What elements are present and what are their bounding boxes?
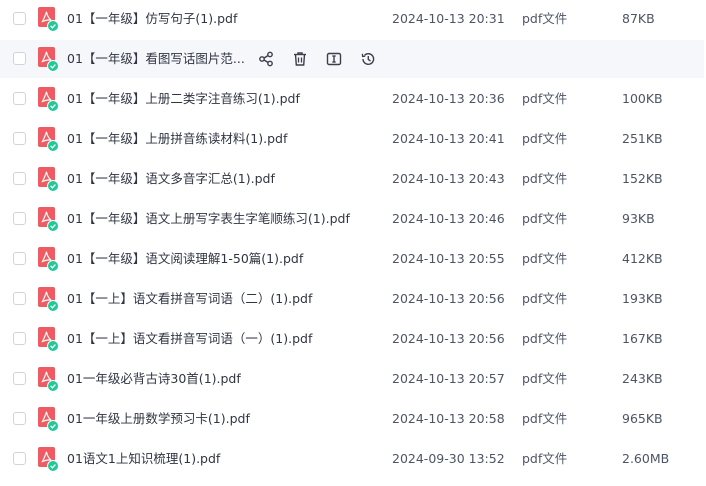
row-checkbox[interactable] (13, 172, 26, 185)
row-checkbox[interactable] (13, 332, 26, 345)
file-row[interactable]: 01【一年级】上册拼音练读材料(1).pdf 2024-10-13 20:41 … (0, 120, 704, 158)
file-name[interactable]: 01【一年级】语文阅读理解1-50篇(1).pdf (67, 250, 303, 268)
file-name[interactable]: 01一年级必背古诗30首(1).pdf (67, 370, 241, 388)
file-name[interactable]: 01【一年级】上册二类字注音练习(1).pdf (67, 90, 300, 108)
pdf-file-icon (38, 207, 59, 232)
file-name[interactable]: 01【一上】语文看拼音写词语（二）(1).pdf (67, 290, 312, 308)
file-date: 2024-10-13 20:56 (392, 331, 505, 346)
trash-icon[interactable] (292, 51, 308, 67)
row-checkbox[interactable] (13, 132, 26, 145)
file-date: 2024-10-13 20:41 (392, 131, 505, 146)
file-size: 965KB (622, 411, 663, 426)
file-type: pdf文件 (522, 11, 568, 26)
file-type: pdf文件 (522, 291, 568, 306)
file-row[interactable]: 01【一上】语文看拼音写词语（二）(1).pdf 2024-10-13 20:5… (0, 280, 704, 318)
file-name[interactable]: 01【一年级】语文多音字汇总(1).pdf (67, 170, 275, 188)
file-size: 251KB (622, 131, 663, 146)
file-type: pdf文件 (522, 411, 568, 426)
row-checkbox[interactable] (13, 212, 26, 225)
file-name[interactable]: 01【一年级】仿写句子(1).pdf (67, 10, 237, 28)
pdf-file-icon (38, 167, 59, 192)
file-size: 167KB (622, 331, 663, 346)
row-checkbox[interactable] (13, 292, 26, 305)
file-date: 2024-10-13 20:58 (392, 411, 505, 426)
share-icon[interactable] (258, 51, 274, 67)
file-row[interactable]: 01【一年级】仿写句子(1).pdf 2024-10-13 20:31 pdf文… (0, 0, 704, 38)
file-date: 2024-10-13 20:43 (392, 171, 505, 186)
pdf-file-icon (38, 87, 59, 112)
file-name[interactable]: 01【一年级】看图写话图片范... (67, 50, 245, 68)
file-date: 2024-10-13 20:55 (392, 251, 505, 266)
history-icon[interactable] (360, 51, 376, 67)
row-checkbox[interactable] (13, 252, 26, 265)
file-size: 193KB (622, 291, 663, 306)
row-checkbox[interactable] (13, 412, 26, 425)
file-size: 87KB (622, 11, 655, 26)
file-date: 2024-10-13 20:36 (392, 91, 505, 106)
file-type: pdf文件 (522, 371, 568, 386)
rename-icon[interactable] (326, 51, 342, 67)
file-type: pdf文件 (522, 451, 568, 466)
file-date: 2024-10-13 20:46 (392, 211, 505, 226)
pdf-file-icon (38, 247, 59, 272)
file-row[interactable]: 01一年级必背古诗30首(1).pdf 2024-10-13 20:57 pdf… (0, 360, 704, 398)
file-row[interactable]: 01【一上】语文看拼音写词语（一）(1).pdf 2024-10-13 20:5… (0, 320, 704, 358)
file-name[interactable]: 01【一年级】上册拼音练读材料(1).pdf (67, 130, 287, 148)
file-date: 2024-10-13 20:56 (392, 291, 505, 306)
pdf-file-icon (38, 287, 59, 312)
file-row[interactable]: 01语文1上知识梳理(1).pdf 2024-09-30 13:52 pdf文件… (0, 440, 704, 478)
file-size: 2.60MB (622, 451, 670, 466)
row-checkbox[interactable] (13, 452, 26, 465)
file-name[interactable]: 01语文1上知识梳理(1).pdf (67, 450, 220, 468)
file-name[interactable]: 01一年级上册数学预习卡(1).pdf (67, 410, 250, 428)
file-name[interactable]: 01【一上】语文看拼音写词语（一）(1).pdf (67, 330, 312, 348)
file-row[interactable]: 01一年级上册数学预习卡(1).pdf 2024-10-13 20:58 pdf… (0, 400, 704, 438)
file-row[interactable]: 01【一年级】语文多音字汇总(1).pdf 2024-10-13 20:43 p… (0, 160, 704, 198)
pdf-file-icon (38, 327, 59, 352)
file-list: 01【一年级】仿写句子(1).pdf 2024-10-13 20:31 pdf文… (0, 0, 706, 486)
file-name[interactable]: 01【一年级】语文上册写字表生字笔顺练习(1).pdf (67, 210, 350, 228)
file-date: 2024-09-30 13:52 (392, 451, 505, 466)
file-size: 243KB (622, 371, 663, 386)
file-date: 2024-10-13 20:57 (392, 371, 505, 386)
file-row[interactable]: 01【一年级】语文阅读理解1-50篇(1).pdf 2024-10-13 20:… (0, 240, 704, 278)
file-size: 93KB (622, 211, 655, 226)
file-type: pdf文件 (522, 131, 568, 146)
file-row[interactable]: 01【一年级】语文上册写字表生字笔顺练习(1).pdf 2024-10-13 2… (0, 200, 704, 238)
file-type: pdf文件 (522, 211, 568, 226)
row-checkbox[interactable] (13, 52, 26, 65)
pdf-file-icon (38, 7, 59, 32)
file-size: 100KB (622, 91, 663, 106)
pdf-file-icon (38, 447, 59, 472)
pdf-file-icon (38, 127, 59, 152)
file-type: pdf文件 (522, 331, 568, 346)
file-date: 2024-10-13 20:31 (392, 11, 505, 26)
file-type: pdf文件 (522, 251, 568, 266)
file-size: 152KB (622, 171, 663, 186)
file-size: 412KB (622, 251, 663, 266)
file-type: pdf文件 (522, 91, 568, 106)
file-type: pdf文件 (522, 171, 568, 186)
file-row-hovered[interactable]: 01【一年级】看图写话图片范... (0, 40, 704, 78)
row-checkbox[interactable] (13, 372, 26, 385)
row-checkbox[interactable] (13, 92, 26, 105)
pdf-file-icon (38, 367, 59, 392)
pdf-file-icon (38, 407, 59, 432)
file-row[interactable]: 01【一年级】上册二类字注音练习(1).pdf 2024-10-13 20:36… (0, 80, 704, 118)
row-checkbox[interactable] (13, 12, 26, 25)
pdf-file-icon (38, 47, 59, 72)
